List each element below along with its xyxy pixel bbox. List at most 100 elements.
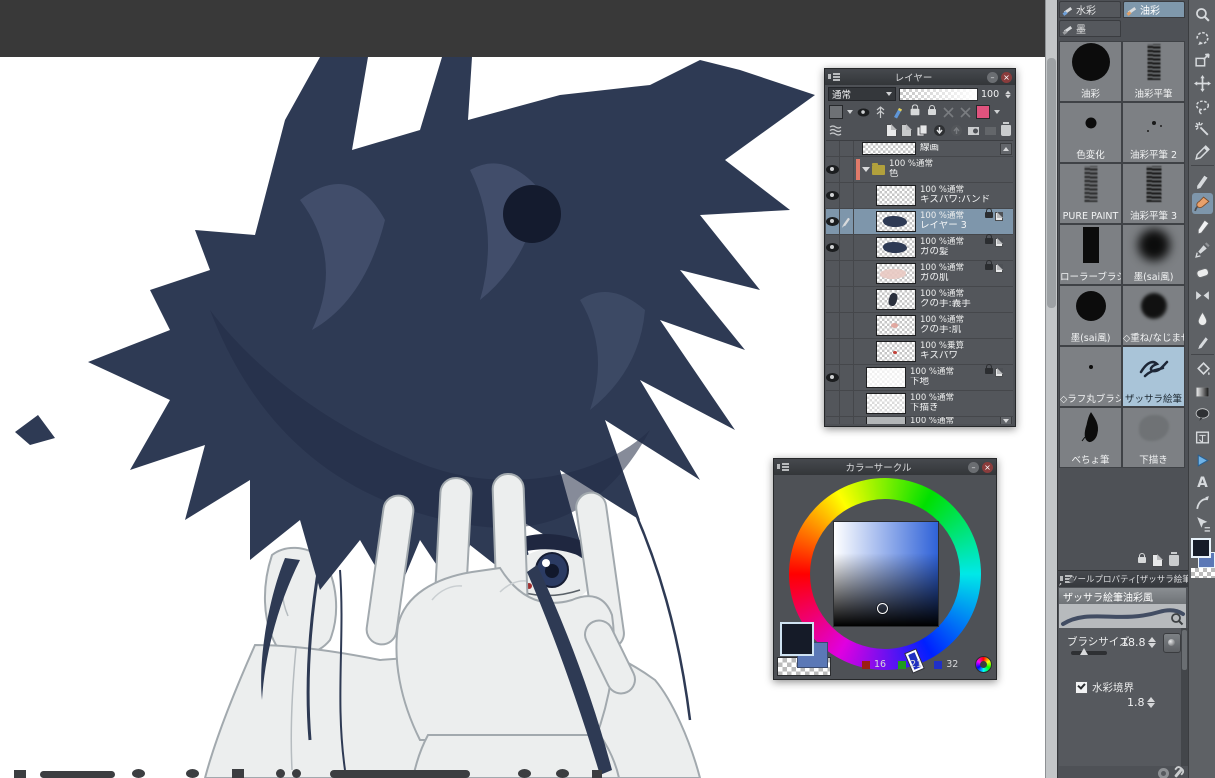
close-button[interactable]: × [982,461,993,473]
brush-cell-oil[interactable]: 油彩 [1059,41,1122,102]
primary-color-swatch[interactable] [780,622,814,656]
pen-pressure-button[interactable] [1163,633,1181,653]
text-tool-button[interactable]: A [1192,471,1213,492]
brush-cell-rough-round[interactable]: ◇ラフ丸ブラシ [1059,346,1122,407]
eyedropper-tool-button[interactable] [1192,142,1213,163]
layer-row-selected[interactable]: 100 %通常 レイヤー 3 [826,208,1013,235]
brush-size-spinner[interactable] [1147,637,1156,648]
visibility-eye-icon[interactable] [826,165,839,174]
blend-mode-select[interactable]: 通常 [828,87,896,101]
tab-watercolor[interactable]: 水彩 [1059,1,1121,18]
brush-size-value[interactable]: 18.8 [1121,636,1146,649]
layer-row-folder-iro[interactable]: 100 %通常 色 [826,157,1013,183]
layer-row[interactable]: 100 %通常 クの手:義手 [826,287,1013,313]
brush-cell-becho[interactable]: べちょ筆 [1059,407,1122,468]
brush-cell-oil-flat[interactable]: 油彩平筆 [1122,41,1185,102]
magnifier-icon[interactable] [1170,612,1184,626]
new-subtool-icon[interactable] [1152,553,1163,567]
sv-cursor[interactable] [877,603,888,614]
visibility-eye-icon[interactable] [826,217,839,226]
merge-down-icon[interactable] [933,124,946,137]
line-correct-tool-button[interactable] [1192,513,1213,534]
watercolor-edge-value[interactable]: 1.8 [1127,696,1145,709]
brush-tool-button-selected[interactable] [1192,193,1213,214]
gradient-tool-button[interactable] [1192,381,1213,402]
layer-row[interactable]: 100 %通常 ガの肌 [826,260,1013,287]
visibility-eye-icon[interactable] [826,373,839,382]
brush-size-slider[interactable] [1071,648,1107,655]
move-canvas-tool-button[interactable] [1192,50,1213,71]
brush-cell-pure-paint[interactable]: PURE PAINT [1059,163,1122,224]
delete-subtool-icon[interactable] [1169,551,1179,566]
brush-cell-roller[interactable]: ローラーブラシ [1059,224,1122,285]
draft-pen-icon[interactable] [891,106,904,119]
watercolor-edge-checkbox[interactable] [1075,681,1088,694]
rotate-tool-button[interactable] [1192,27,1213,48]
scroll-up-button[interactable] [1000,143,1012,155]
layer-row-senga[interactable]: 線画 [826,141,1013,157]
folder-expand-icon[interactable] [862,167,870,172]
panel-menu-icon[interactable] [777,462,789,472]
layer-row[interactable]: 100 %通常 クの手:肌 [826,313,1013,339]
primary-color-swatch[interactable] [1191,538,1211,558]
color-panel-titlebar[interactable]: カラーサークル – × [774,459,996,475]
navigator-strip[interactable] [0,766,640,778]
brush-cell-sketch[interactable]: 下描き [1122,407,1185,468]
finger-tool-button[interactable] [1192,331,1213,352]
fill-bucket-tool-button[interactable] [1192,358,1213,379]
layer-mask-icon[interactable] [967,124,980,137]
brush-cell-zassara[interactable]: ザッサラ絵筆 [1122,346,1185,407]
settings-icon[interactable] [1158,767,1169,778]
new-layer-folder-icon[interactable] [901,123,912,137]
layer-palette-color[interactable] [976,105,990,119]
color-wheel-mode-icon[interactable] [975,656,992,673]
brush-cell-sumi-sai-2[interactable]: 墨(sai風) [1059,285,1122,346]
panel-menu-icon[interactable] [828,72,840,82]
lock-subtool-icon[interactable] [1138,553,1146,563]
brush-cell-color-change[interactable]: 色変化 [1059,102,1122,163]
liquify-drop-tool-button[interactable] [1192,308,1213,329]
layer-row[interactable]: 100 %通常 キズパワ:バンド [826,183,1013,209]
eraser-tool-button[interactable] [1192,262,1213,283]
opacity-spinner[interactable] [1005,90,1011,98]
airbrush-tool-button[interactable] [1192,216,1213,237]
lock-transparent-icon[interactable] [925,105,938,119]
layer-row[interactable]: 100 %通常 下描き [826,391,1013,417]
layer-row-partial[interactable]: 100 %通常 [826,417,1013,424]
frame-border-tool-button[interactable] [1192,427,1213,448]
brush-cell-blend[interactable]: ◇重ね/なじませ [1122,285,1185,346]
tool-property-scrollbar[interactable] [1181,628,1188,766]
watercolor-edge-spinner[interactable] [1146,697,1155,708]
curve-ruler-tool-button[interactable] [1192,492,1213,513]
close-button[interactable]: × [1001,71,1012,83]
visibility-eye-icon[interactable] [826,191,839,200]
decoration-brush-tool-button[interactable] [1192,239,1213,260]
layer-row[interactable]: 100 %通常 ガの髪 [826,234,1013,261]
layer-row[interactable]: 100 %通常 下地 [826,364,1013,391]
layer-stack-icon[interactable] [829,124,842,137]
tool-property-titlebar[interactable]: ツールプロパティ[ザッサラ絵筆油彩風] [1058,571,1188,587]
magic-wand-tool-button[interactable] [1192,119,1213,140]
layer-visibility-icon[interactable] [857,107,870,117]
brush-cell-oil-flat-2[interactable]: 油彩平筆 2 [1122,102,1185,163]
zoom-tool-button[interactable] [1192,4,1213,25]
minimize-button[interactable]: – [968,461,979,473]
lock-layer-icon[interactable] [908,104,921,119]
visibility-eye-icon[interactable] [826,243,839,252]
lasso-tool-button[interactable] [1192,96,1213,117]
delete-layer-icon[interactable] [1001,121,1011,136]
layers-panel-titlebar[interactable]: レイヤー – × [825,69,1015,85]
pen-tool-button[interactable] [1192,170,1213,191]
layer-row[interactable]: 100 %乗算 キズパワ [826,339,1013,365]
canvas-vscroll-thumb[interactable] [1047,58,1056,308]
clip-to-layer-icon[interactable] [874,105,887,119]
wrench-icon[interactable] [1173,768,1184,778]
balloon-tool-button[interactable] [1192,404,1213,425]
blend-tool-button[interactable] [1192,285,1213,306]
move-tool-button[interactable] [1192,73,1213,94]
duplicate-layer-icon[interactable] [916,124,929,137]
brush-cell-sumi-sai[interactable]: 墨(sai風) [1122,224,1185,285]
brush-cell-oil-flat-3[interactable]: 油彩平筆 3 [1122,163,1185,224]
object-tool-button[interactable] [1192,450,1213,471]
minimize-button[interactable]: – [987,71,998,83]
